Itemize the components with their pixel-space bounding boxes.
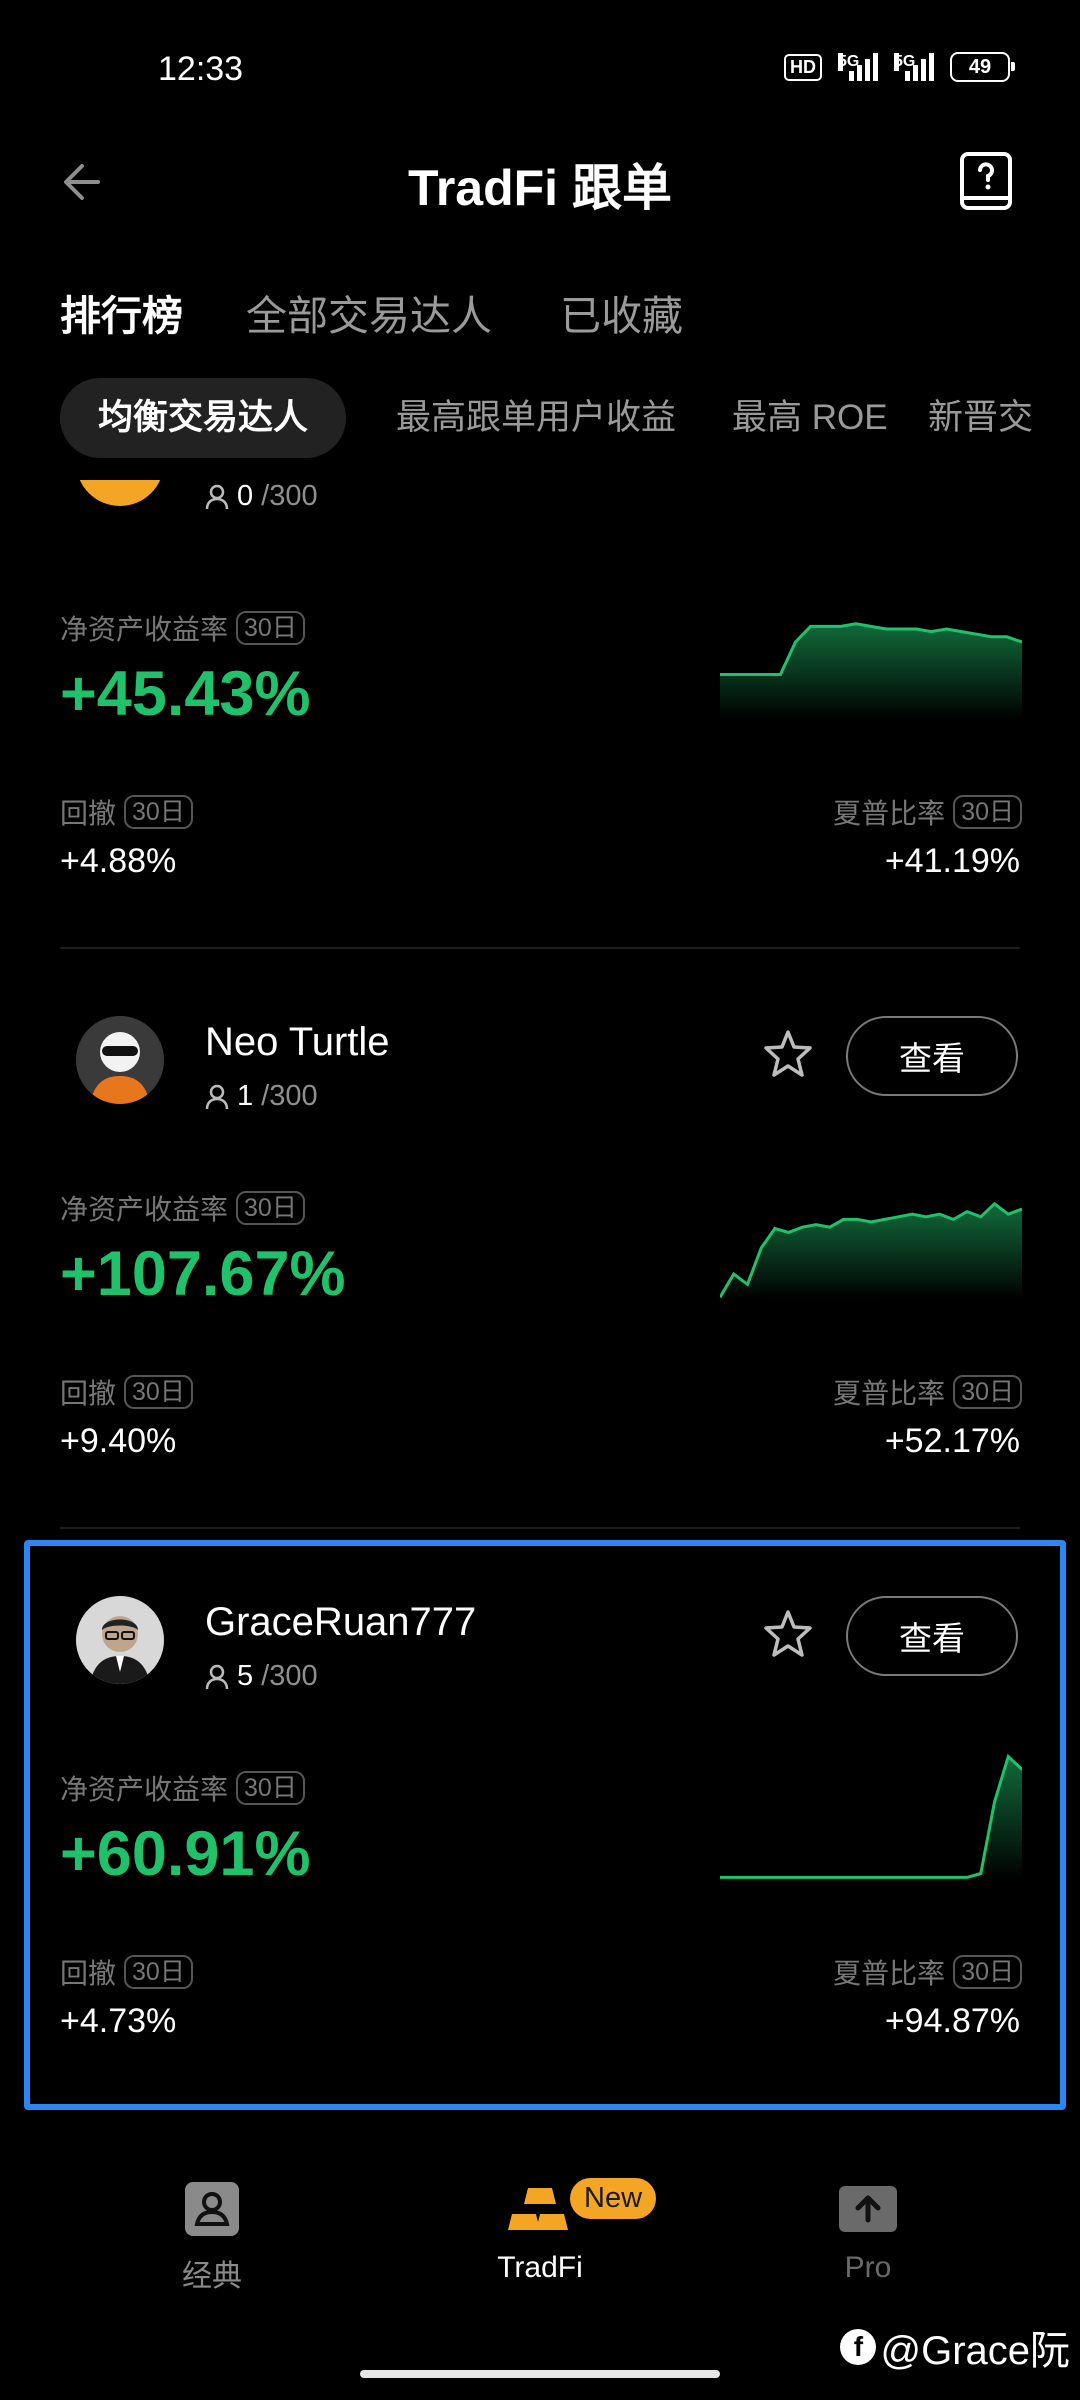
roe-sparkline [720,622,1022,720]
status-icons: HD 5G 5G 49 [784,52,1015,82]
chip-top-follower-profit[interactable]: 最高跟单用户收益 [396,378,676,458]
drawdown-label: 回撤 30日 [60,1372,193,1412]
signal-icon-2: 5G [894,53,934,81]
roe-value: +107.67% [60,1239,346,1309]
divider [60,947,1020,949]
roe-label: 净资产收益率 30日 [60,608,305,648]
filter-chip-row: 均衡交易达人 最高跟单用户收益 最高 ROE 新晋交 [0,378,1080,462]
trader-name: Neo Turtle [205,1020,390,1064]
star-icon[interactable] [762,1028,814,1080]
home-indicator[interactable] [360,2370,720,2378]
tab-favorites[interactable]: 已收藏 [560,282,683,342]
follower-count: 0/300 [205,480,318,513]
chip-top-roe[interactable]: 最高 ROE [732,378,888,458]
chip-balanced[interactable]: 均衡交易达人 [60,378,347,458]
facebook-icon: f [840,2329,877,2365]
sparkline-area [720,623,1022,720]
avatar [76,1016,164,1104]
gold-bars-icon [508,2188,568,2230]
roe-sparkline [720,1201,1022,1300]
nav-label: 经典 [182,2260,242,2293]
drawdown-value: +9.40% [60,1422,177,1460]
follower-count: 1/300 [205,1080,318,1113]
drawdown-value: +4.88% [60,842,177,880]
tab-ranking[interactable]: 排行榜 [60,282,183,342]
roe-label: 净资产收益率 30日 [60,1188,305,1228]
nav-label: TradFi [497,2251,583,2284]
view-button[interactable]: 查看 [846,1016,1018,1096]
page-title: TradFi 跟单 [408,160,672,216]
pro-trade-icon [839,2186,897,2232]
sharpe-label: 夏普比率 30日 [833,1372,1022,1412]
trader-card: Neo Turtle 1/300 查看 净资产收益率 30日 +107.67% 回… [0,980,1080,1550]
drawdown-label: 回撤 30日 [60,792,193,832]
avatar [76,480,164,506]
chip-newcomers[interactable]: 新晋交 [928,378,1033,458]
sharpe-label: 夏普比率 30日 [833,792,1022,832]
signal-icon: 5G [838,53,878,81]
trader-card: 0/300 [0,480,1080,550]
hd-icon: HD [784,53,822,81]
profile-card-icon [185,2182,239,2236]
nav-classic[interactable]: 经典 [112,2180,312,2295]
person-icon [205,1084,229,1109]
selection-highlight [24,1540,1066,2110]
divider [60,1527,1020,1529]
tab-all-traders[interactable]: 全部交易达人 [246,282,492,342]
sparkline-area [720,1203,1022,1300]
roe-value: +45.43% [60,659,311,729]
new-badge: New [570,2178,657,2219]
sharpe-value: +41.19% [884,842,1020,880]
battery-icon: 49 [950,52,1015,82]
person-icon [205,484,229,509]
guide-book-icon[interactable] [956,150,1016,214]
status-time: 12:33 [158,50,244,88]
nav-pro[interactable]: Pro [768,2180,968,2285]
sharpe-value: +52.17% [884,1422,1020,1460]
nav-label: Pro [844,2251,892,2284]
watermark: f @Grace阮 [840,2318,1070,2376]
